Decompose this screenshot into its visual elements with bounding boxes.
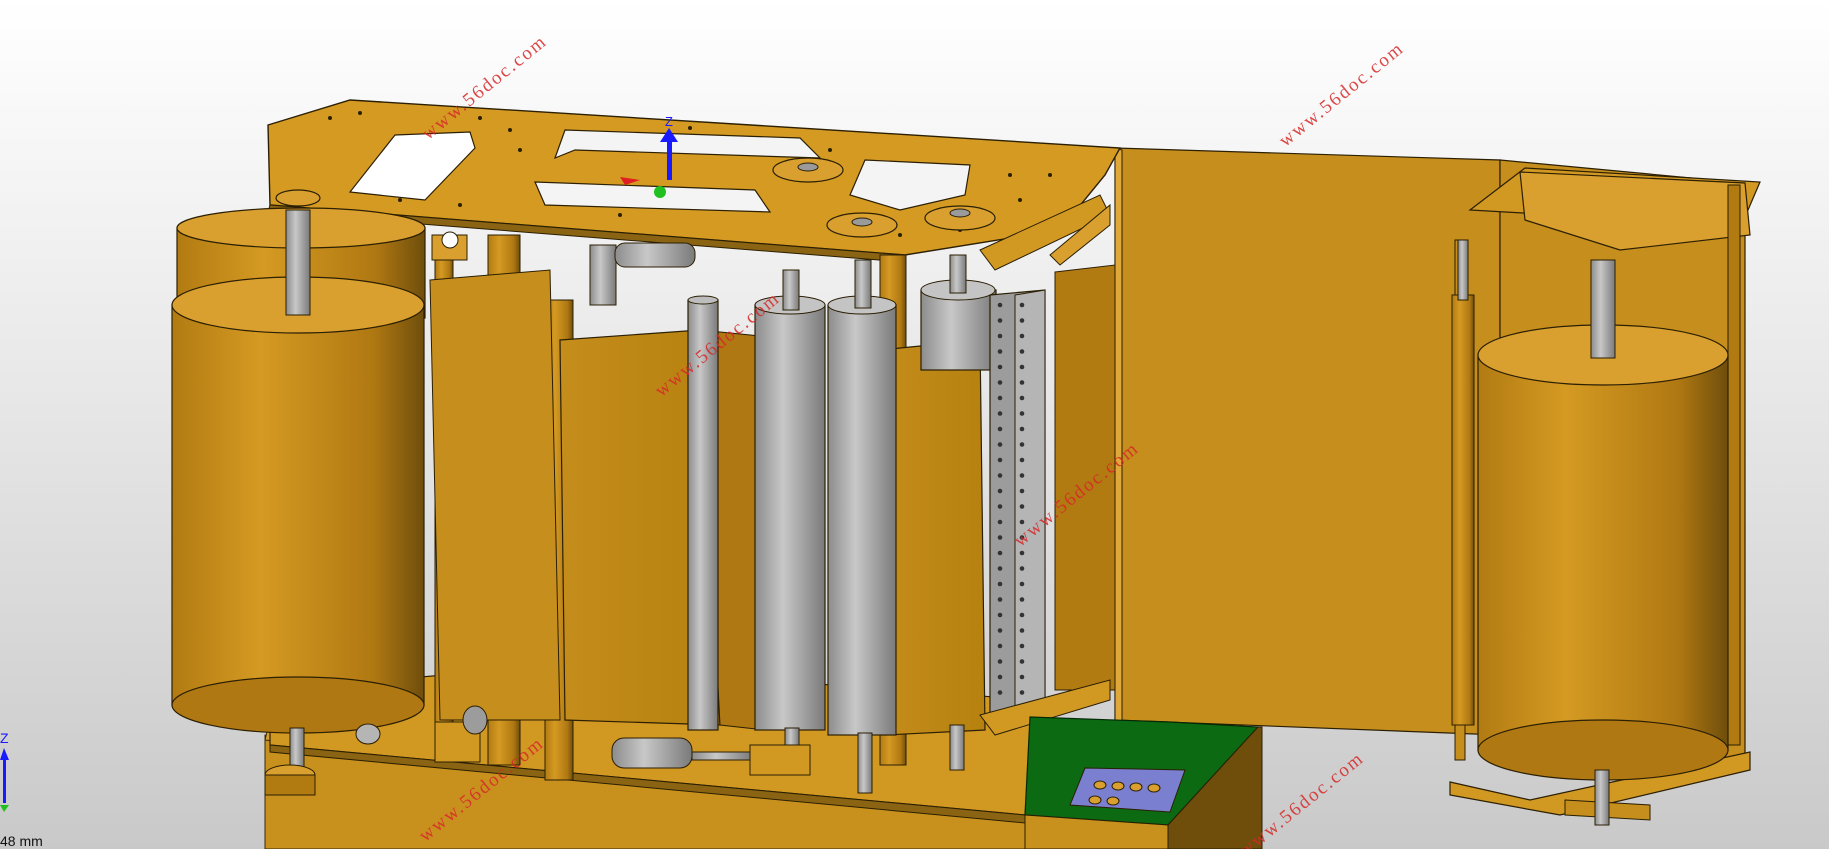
- strip-hole: [997, 597, 1003, 602]
- right-roll-cylinder[interactable]: [1477, 259, 1729, 826]
- strip-hole: [1019, 581, 1025, 587]
- strip-hole: [997, 659, 1003, 664]
- strip-hole: [1019, 488, 1025, 494]
- drive-gear: [264, 764, 316, 796]
- strip-hole: [1019, 457, 1025, 463]
- strip-hole: [997, 690, 1003, 695]
- control-pcb[interactable]: [1024, 716, 1263, 849]
- right-guide-posts: [1451, 239, 1475, 726]
- strip-hole: [1019, 628, 1025, 633]
- 3d-model-assembly[interactable]: Z: [0, 0, 1829, 849]
- strip-hole: [997, 674, 1003, 680]
- side-panel[interactable]: [1114, 147, 1501, 736]
- strip-hole: [1019, 364, 1025, 370]
- strip-hole: [1019, 333, 1025, 339]
- strip-hole: [1019, 380, 1025, 385]
- strip-hole: [997, 643, 1003, 649]
- strip-hole: [1019, 302, 1025, 308]
- strip-hole: [997, 504, 1003, 509]
- strip-hole: [1019, 659, 1025, 664]
- strip-hole: [997, 364, 1003, 370]
- strip-hole: [997, 395, 1003, 401]
- strip-hole: [997, 349, 1003, 354]
- strip-hole: [997, 550, 1003, 556]
- strip-hole: [1019, 674, 1025, 680]
- strip-hole: [997, 426, 1003, 432]
- strip-hole: [997, 411, 1003, 416]
- strip-hole: [997, 566, 1003, 571]
- strip-hole: [1019, 318, 1025, 323]
- strip-hole: [997, 581, 1003, 587]
- strip-hole: [997, 442, 1003, 447]
- strip-hole: [997, 473, 1003, 478]
- cad-3d-viewport[interactable]: Z www.56doc.com www.56doc.com www.56doc.…: [0, 0, 1829, 849]
- strip-hole: [997, 302, 1003, 308]
- strip-hole: [1019, 349, 1025, 354]
- strip-hole: [997, 333, 1003, 339]
- strip-hole: [1019, 597, 1025, 602]
- strip-hole: [1019, 426, 1025, 432]
- left-roll-cylinder[interactable]: [171, 209, 425, 774]
- strip-hole: [1019, 504, 1025, 509]
- perforated-strip: [989, 289, 1046, 716]
- strip-hole: [1019, 473, 1025, 478]
- strip-hole: [1019, 566, 1025, 571]
- strip-hole: [1019, 612, 1025, 618]
- strip-hole: [997, 535, 1003, 540]
- view-orientation-triad: [0, 748, 9, 812]
- strip-hole: [1019, 395, 1025, 401]
- view-triad-z-label: Z: [0, 730, 9, 746]
- strip-hole: [997, 318, 1003, 323]
- strip-hole: [997, 457, 1003, 463]
- strip-hole: [1019, 442, 1025, 447]
- strip-hole: [1019, 643, 1025, 649]
- scale-indicator: 48 mm: [0, 833, 43, 849]
- strip-hole: [997, 488, 1003, 494]
- strip-hole: [997, 628, 1003, 633]
- svg-text:Z: Z: [665, 114, 673, 129]
- strip-hole: [1019, 690, 1025, 695]
- strip-hole: [1019, 411, 1025, 416]
- strip-hole: [997, 612, 1003, 618]
- strip-hole: [997, 380, 1003, 385]
- strip-hole: [997, 519, 1003, 525]
